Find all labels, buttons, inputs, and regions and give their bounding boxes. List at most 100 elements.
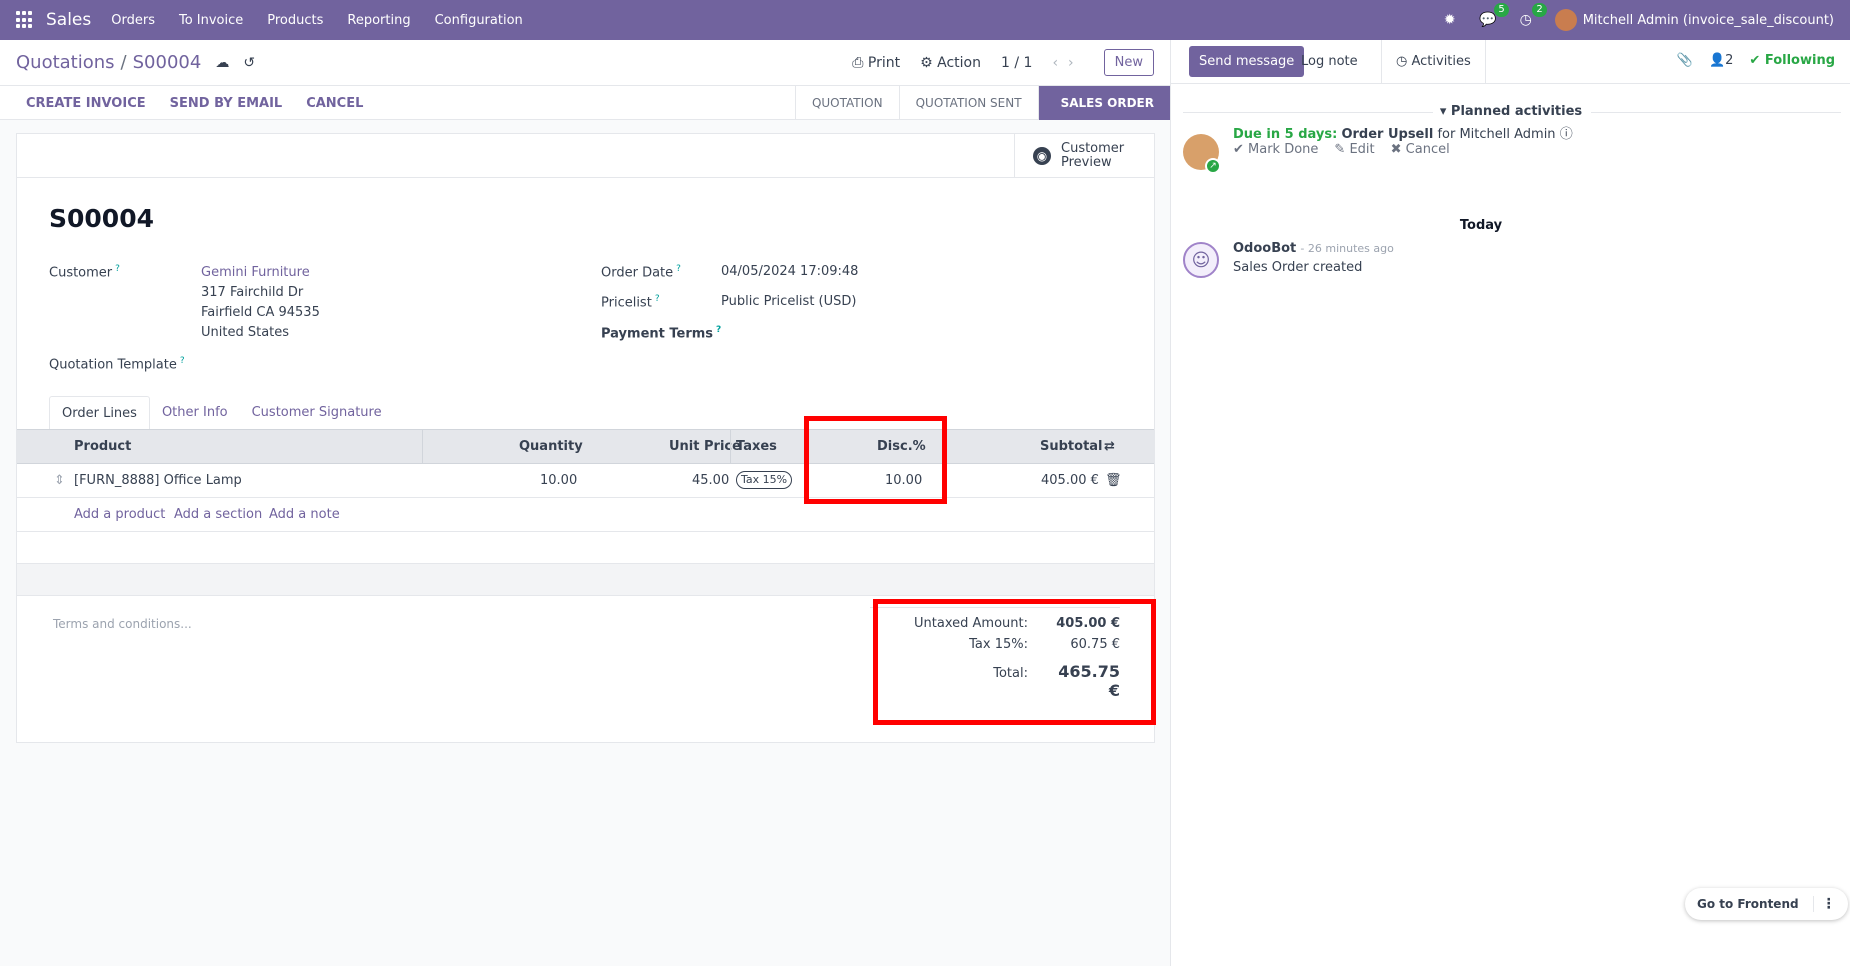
send-message-button[interactable]: Send message	[1189, 46, 1305, 77]
statusbar: CREATE INVOICE SEND BY EMAIL CANCEL QUOT…	[0, 86, 1170, 120]
cancel-activity-button[interactable]: ✖ Cancel	[1391, 142, 1450, 157]
address-country: United States	[201, 325, 290, 340]
new-button[interactable]: New	[1103, 49, 1154, 76]
activity-for: for Mitchell Admin	[1437, 127, 1556, 142]
order-lines-header: Product Quantity Unit Price Taxes Disc.%…	[17, 429, 1154, 464]
following-button[interactable]: ✔ Following	[1749, 53, 1835, 68]
more-options-icon[interactable]: ⋮	[1812, 896, 1836, 912]
breadcrumb-quotations[interactable]: Quotations	[16, 52, 115, 73]
paperclip-icon[interactable]: 📎	[1677, 53, 1693, 68]
header-subtotal[interactable]: Subtotal	[1040, 439, 1103, 454]
messages-icon[interactable]: 💬 5	[1479, 3, 1509, 29]
gear-icon: ⚙	[920, 54, 938, 71]
apps-menu-icon[interactable]	[16, 11, 34, 29]
check-icon: ✔	[1749, 53, 1765, 68]
pager-arrows[interactable]: ‹›	[1052, 55, 1083, 71]
add-line-row: Add a product Add a section Add a note	[17, 498, 1154, 532]
notebook-tabs: Order Lines Other Info Customer Signatur…	[49, 396, 394, 430]
header-product[interactable]: Product	[74, 439, 131, 454]
activities-badge: 2	[1532, 3, 1547, 17]
mark-done-button[interactable]: ✔ Mark Done	[1233, 142, 1318, 157]
pencil-icon: ✎	[1334, 142, 1350, 157]
print-button[interactable]: ⎙ Print	[852, 55, 900, 71]
preview-line2: Preview	[1061, 155, 1112, 170]
empty-row	[17, 532, 1154, 564]
user-menu[interactable]: Mitchell Admin (invoice_sale_discount)	[1554, 9, 1834, 31]
planned-activities-toggle[interactable]: ▾ Planned activities	[1171, 104, 1850, 119]
menu-to-invoice[interactable]: To Invoice	[179, 13, 243, 28]
app-name[interactable]: Sales	[46, 10, 91, 30]
breadcrumb: Quotations / S00004	[16, 52, 201, 73]
trend-icon: ↗	[1205, 158, 1221, 174]
button-box: ◉ Customer Preview	[17, 134, 1154, 178]
stage-quotation[interactable]: QUOTATION	[794, 86, 899, 120]
breadcrumb-separator: /	[120, 52, 127, 73]
activities-clock-icon[interactable]: ◷ 2	[1517, 3, 1547, 29]
activity-name: Order Upsell	[1341, 127, 1434, 142]
row-discount[interactable]: 10.00	[885, 473, 922, 488]
stage-quotation-sent[interactable]: QUOTATION SENT	[898, 86, 1038, 120]
row-unit-price[interactable]: 45.00	[692, 473, 729, 488]
user-name: Mitchell Admin (invoice_sale_discount)	[1582, 12, 1834, 28]
chatter-panel: Send message Log note ◷ Activities 📎 👤2 …	[1170, 40, 1850, 966]
globe-icon: ◉	[1033, 147, 1051, 165]
menu-configuration[interactable]: Configuration	[435, 13, 523, 28]
activities-button[interactable]: ◷ Activities	[1381, 40, 1486, 84]
customer-preview-button[interactable]: ◉ Customer Preview	[1014, 134, 1154, 178]
totals-block: Untaxed Amount: 405.00 € Tax 15%: 60.75 …	[870, 607, 1120, 700]
tab-order-lines[interactable]: Order Lines	[49, 396, 150, 430]
message-header: OdooBot - 26 minutes ago	[1233, 241, 1394, 256]
header-quantity[interactable]: Quantity	[519, 439, 583, 454]
menu-orders[interactable]: Orders	[111, 13, 155, 28]
create-invoice-button[interactable]: CREATE INVOICE	[26, 96, 146, 111]
tax-label: Tax 15%:	[969, 637, 1028, 652]
order-date-field[interactable]: 04/05/2024 17:09:48	[721, 264, 858, 279]
date-separator: Today	[1459, 218, 1503, 233]
customer-name[interactable]: Gemini Furniture	[201, 265, 310, 280]
bug-icon[interactable]: ✹	[1441, 11, 1459, 29]
pager-value[interactable]: 1 / 1	[1001, 55, 1032, 71]
optional-columns-icon[interactable]: ⇄	[1104, 439, 1115, 454]
add-note-link[interactable]: Add a note	[269, 507, 340, 522]
message-time: - 26 minutes ago	[1300, 242, 1394, 255]
discard-undo-icon[interactable]: ↺	[243, 55, 255, 71]
terms-conditions-field[interactable]: Terms and conditions...	[53, 617, 192, 631]
followers-button[interactable]: 👤2	[1709, 53, 1733, 68]
row-quantity[interactable]: 10.00	[540, 473, 577, 488]
tab-other-info[interactable]: Other Info	[150, 396, 240, 430]
quotation-template-label: Quotation Template?	[49, 356, 185, 373]
header-taxes[interactable]: Taxes	[736, 439, 777, 454]
form-sheet: ◉ Customer Preview S00004 Customer? Gemin…	[16, 133, 1155, 743]
row-tax-tag[interactable]: Tax 15%	[736, 471, 793, 489]
send-by-email-button[interactable]: SEND BY EMAIL	[170, 96, 283, 111]
close-icon: ✖	[1390, 142, 1406, 157]
pricelist-label: Pricelist?	[601, 294, 660, 311]
info-icon[interactable]: ⓘ	[1560, 127, 1573, 142]
order-date-label: Order Date?	[601, 264, 681, 281]
check-icon: ✔	[1233, 142, 1249, 157]
cancel-order-button[interactable]: CANCEL	[306, 96, 363, 111]
trash-icon[interactable]: 🗑	[1105, 473, 1122, 488]
drag-handle-icon[interactable]: ⇕	[54, 473, 65, 488]
messages-badge: 5	[1494, 3, 1509, 17]
menu-products[interactable]: Products	[267, 13, 323, 28]
add-section-link[interactable]: Add a section	[174, 507, 262, 522]
stage-sales-order[interactable]: SALES ORDER	[1037, 86, 1170, 120]
message-author[interactable]: OdooBot	[1233, 241, 1296, 256]
cloud-save-icon[interactable]: ☁	[215, 55, 229, 71]
row-product[interactable]: [FURN_8888] Office Lamp	[74, 473, 242, 488]
log-note-button[interactable]: Log note	[1291, 46, 1368, 77]
menu-reporting[interactable]: Reporting	[347, 13, 410, 28]
action-button[interactable]: ⚙ Action	[920, 55, 981, 71]
preview-line1: Customer	[1061, 141, 1125, 156]
pricelist-field[interactable]: Public Pricelist (USD)	[721, 294, 856, 309]
clock-icon: ◷	[1396, 54, 1412, 69]
table-row[interactable]: ⇕ [FURN_8888] Office Lamp 10.00 45.00 Ta…	[17, 464, 1154, 498]
edit-activity-button[interactable]: ✎ Edit	[1334, 142, 1374, 157]
go-to-frontend-button[interactable]: Go to Frontend	[1697, 897, 1799, 911]
empty-row	[17, 564, 1154, 596]
top-navbar: Sales Orders To Invoice Products Reporti…	[0, 0, 1850, 40]
add-product-link[interactable]: Add a product	[74, 507, 165, 522]
header-disc[interactable]: Disc.%	[877, 439, 926, 454]
tab-customer-signature[interactable]: Customer Signature	[240, 396, 394, 430]
